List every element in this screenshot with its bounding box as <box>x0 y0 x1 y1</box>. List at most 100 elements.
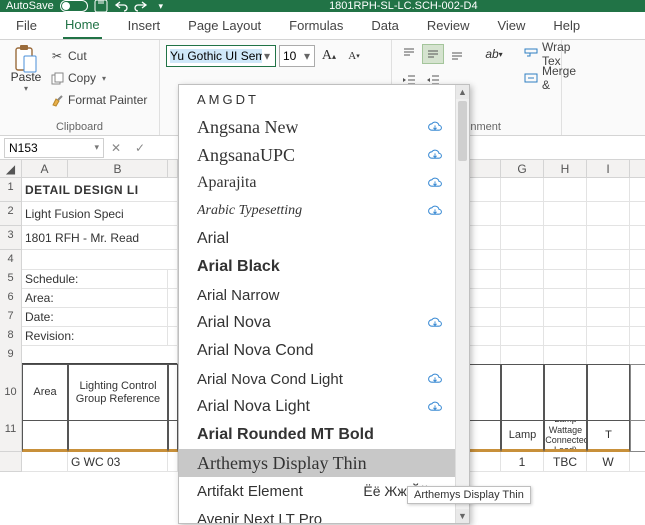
font-dropdown-panel: AMGDTAngsana NewAngsanaUPCAparajitaArabi… <box>178 84 470 524</box>
name-box[interactable]: ▾ <box>4 138 104 158</box>
row-header[interactable]: 2 <box>0 202 22 226</box>
autosave-toggle[interactable] <box>60 0 88 12</box>
align-middle-button[interactable] <box>422 44 444 64</box>
font-option[interactable]: Arial Nova Cond Light <box>179 365 455 393</box>
font-option[interactable]: AMGDT <box>179 85 455 113</box>
cell[interactable]: Area: <box>22 288 168 308</box>
tab-formulas[interactable]: Formulas <box>287 11 345 39</box>
font-option[interactable]: Arial Narrow <box>179 281 455 309</box>
clipboard-group-label: Clipboard <box>6 119 153 133</box>
cancel-icon[interactable]: ✕ <box>104 141 128 155</box>
row-header[interactable]: 9 <box>0 345 22 365</box>
header-lcg[interactable]: Lighting Control Group Reference <box>68 364 168 421</box>
font-option[interactable]: Arial <box>179 225 455 253</box>
tab-help[interactable]: Help <box>551 11 582 39</box>
row-header[interactable]: 7 <box>0 307 22 327</box>
copy-button[interactable]: Copy ▾ <box>50 68 147 88</box>
cell[interactable]: 1 <box>501 452 544 472</box>
col-header-g[interactable]: G <box>501 160 544 178</box>
decrease-font-button[interactable]: A▾ <box>343 45 365 67</box>
align-top-button[interactable] <box>398 44 420 64</box>
cell[interactable]: DETAIL DESIGN LI <box>22 178 178 202</box>
tab-data[interactable]: Data <box>369 11 400 39</box>
font-option[interactable]: Arial Rounded MT Bold <box>179 421 455 449</box>
cell[interactable]: Light Fusion Speci <box>22 202 178 226</box>
cell[interactable]: 1801 RFH - Mr. Read <box>22 226 178 250</box>
name-box-input[interactable] <box>9 141 79 155</box>
merge-center-button[interactable]: Merge & <box>524 68 576 88</box>
col-header-h[interactable]: H <box>544 160 587 178</box>
orientation-button[interactable]: ab▾ <box>478 44 510 64</box>
tab-view[interactable]: View <box>495 11 527 39</box>
wrap-text-button[interactable]: Wrap Tex <box>524 44 576 64</box>
font-option[interactable]: Arthemys Display Thin <box>179 449 455 477</box>
font-option[interactable]: Aparajita <box>179 169 455 197</box>
cut-button[interactable]: ✂ Cut <box>50 46 147 66</box>
row-header[interactable]: 10 <box>0 364 22 421</box>
chevron-down-icon[interactable]: ▾ <box>262 49 272 63</box>
select-all-corner[interactable]: ◢ <box>0 160 22 178</box>
paste-label: Paste <box>11 70 42 84</box>
header-lamp[interactable]: Lamp <box>501 420 544 452</box>
font-name-combo[interactable]: ▾ <box>166 45 276 67</box>
row-header[interactable]: 8 <box>0 326 22 346</box>
font-option[interactable]: Angsana New <box>179 113 455 141</box>
font-option[interactable]: Arial Nova Cond <box>179 337 455 365</box>
row-header[interactable]: 5 <box>0 269 22 289</box>
format-painter-button[interactable]: Format Painter <box>50 90 147 110</box>
row-header[interactable]: 6 <box>0 288 22 308</box>
font-option[interactable]: AngsanaUPC <box>179 141 455 169</box>
tab-page-layout[interactable]: Page Layout <box>186 11 263 39</box>
scrollbar[interactable]: ▲ ▼ <box>455 85 469 523</box>
cell[interactable]: TBC <box>544 452 587 472</box>
header-lamp[interactable] <box>501 364 544 421</box>
row-header[interactable] <box>0 452 22 472</box>
cell[interactable]: G WC 03 <box>68 452 168 472</box>
font-option[interactable]: Arial Nova Light <box>179 393 455 421</box>
increase-font-button[interactable]: A▴ <box>318 45 340 67</box>
wrap-icon <box>524 47 538 61</box>
cell[interactable]: Revision: <box>22 326 168 346</box>
font-option-label: Arial Nova <box>197 314 271 332</box>
chevron-down-icon[interactable]: ▾ <box>94 142 99 153</box>
enter-icon[interactable]: ✓ <box>128 141 152 155</box>
header-t[interactable]: T <box>587 420 630 452</box>
cloud-download-icon <box>427 401 443 413</box>
cell[interactable]: Date: <box>22 307 168 327</box>
cell[interactable]: W <box>587 452 630 472</box>
font-name-input[interactable] <box>170 49 262 63</box>
col-header-b[interactable]: B <box>68 160 168 178</box>
align-bottom-button[interactable] <box>446 44 468 64</box>
chevron-down-icon[interactable]: ▾ <box>303 49 311 63</box>
header-t[interactable] <box>587 364 630 421</box>
tab-file[interactable]: File <box>14 11 39 39</box>
tab-home[interactable]: Home <box>63 11 102 39</box>
font-option[interactable]: Arabic Typesetting <box>179 197 455 225</box>
header-lampw[interactable]: Lamp Wattage (Connected Load) <box>544 420 587 452</box>
row-header[interactable]: 11 <box>0 420 22 452</box>
tab-review[interactable]: Review <box>425 11 472 39</box>
font-option[interactable]: Avenir Next LT Pro <box>179 505 455 523</box>
font-option[interactable]: Arial Black <box>179 253 455 281</box>
cloud-download-icon <box>427 177 443 189</box>
font-option[interactable]: Arial Nova <box>179 309 455 337</box>
font-size-combo[interactable]: ▾ <box>279 45 315 67</box>
cell[interactable]: Schedule: <box>22 269 168 289</box>
header-area[interactable]: Area <box>22 364 68 421</box>
row-header[interactable]: 4 <box>0 250 22 270</box>
tab-insert[interactable]: Insert <box>126 11 163 39</box>
scroll-down-icon[interactable]: ▼ <box>456 509 469 523</box>
copy-label: Copy <box>68 71 96 85</box>
col-header-i[interactable]: I <box>587 160 630 178</box>
cut-label: Cut <box>68 49 87 63</box>
row-header[interactable]: 1 <box>0 178 22 202</box>
paste-icon <box>13 44 39 70</box>
header-lampw[interactable] <box>544 364 587 421</box>
scroll-thumb[interactable] <box>458 101 467 161</box>
paste-button[interactable]: Paste ▾ <box>6 44 46 119</box>
font-size-input[interactable] <box>283 49 303 63</box>
row-header[interactable]: 3 <box>0 226 22 250</box>
font-list[interactable]: AMGDTAngsana NewAngsanaUPCAparajitaArabi… <box>179 85 455 523</box>
scroll-up-icon[interactable]: ▲ <box>456 85 469 99</box>
col-header-a[interactable]: A <box>22 160 68 178</box>
